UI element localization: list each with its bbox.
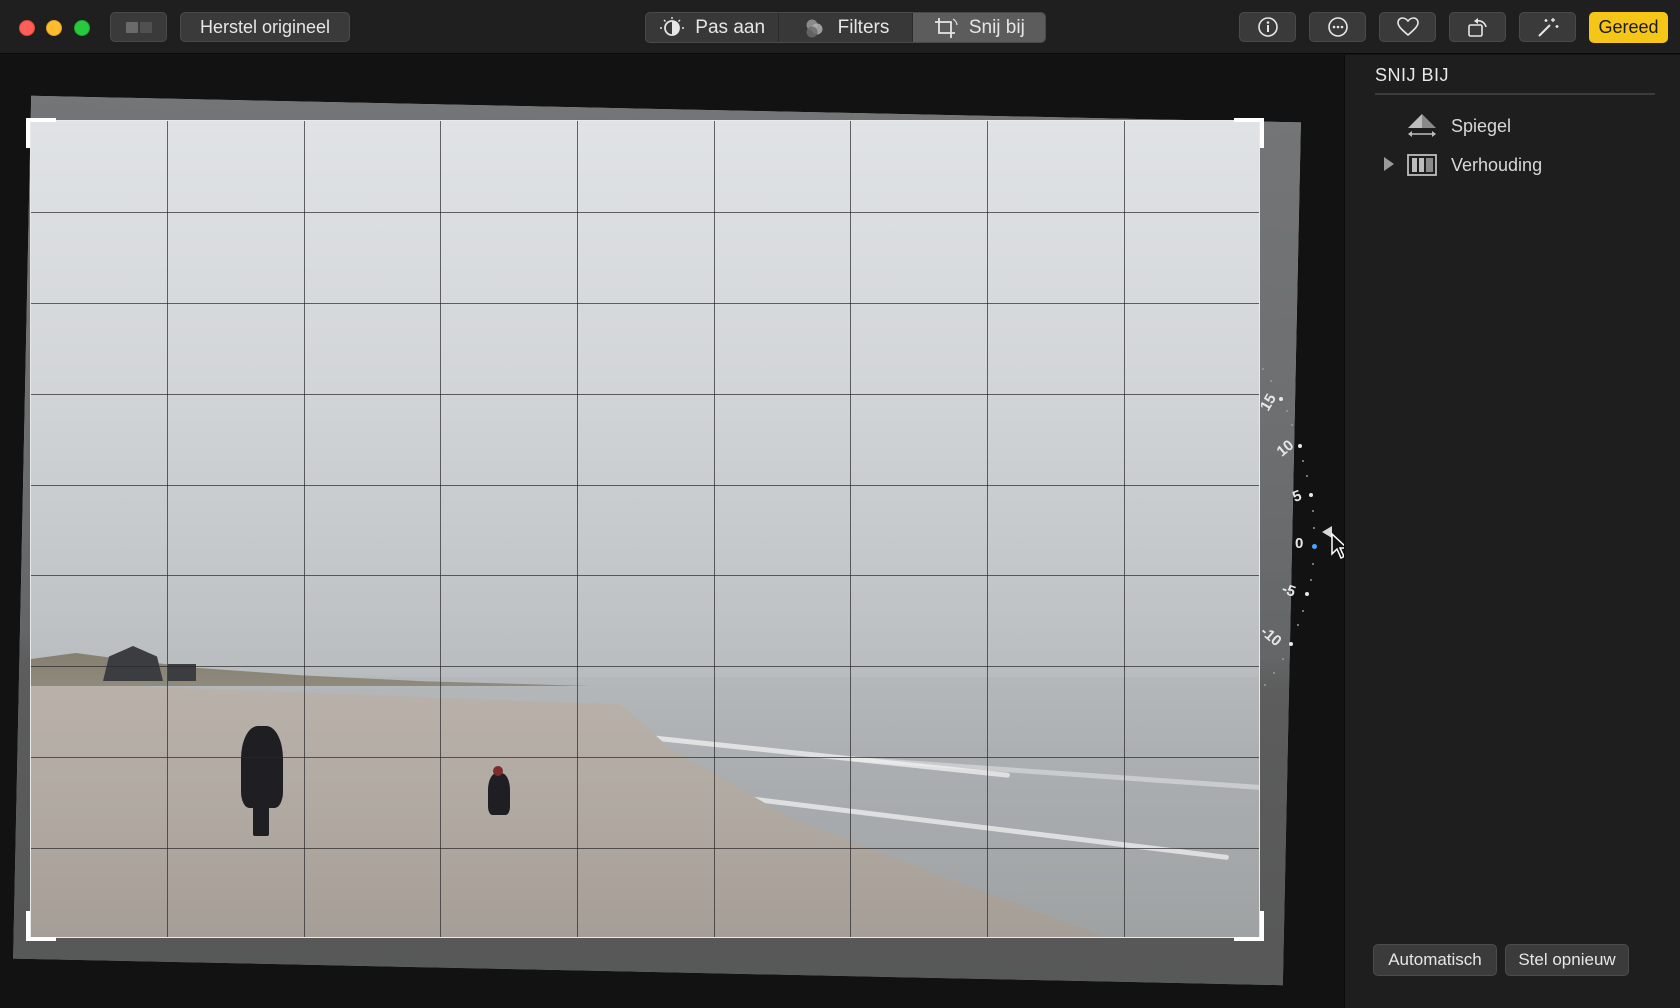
filters-icon xyxy=(806,19,823,37)
beach-photo xyxy=(31,121,1259,937)
crop-grid-line xyxy=(1124,121,1125,937)
crop-grid-line xyxy=(31,848,1259,849)
crop-handle-top-right[interactable] xyxy=(1234,118,1264,148)
reset-crop-button[interactable]: Stel opnieuw xyxy=(1505,944,1629,976)
crop-grid-line xyxy=(850,121,851,937)
dial-tick xyxy=(1306,475,1308,477)
rotate-icon xyxy=(1467,18,1487,37)
tab-adjust[interactable]: Pas aan xyxy=(646,13,780,42)
dial-current-marker xyxy=(1312,544,1317,549)
dial-tick xyxy=(1312,510,1314,512)
dial-tick xyxy=(1312,563,1314,565)
dial-tick xyxy=(1298,444,1302,448)
crop-area[interactable] xyxy=(30,120,1260,938)
dial-tick xyxy=(1282,658,1284,660)
zoom-window-button[interactable] xyxy=(74,20,90,36)
tab-crop-label: Snij bij xyxy=(968,16,1025,38)
tab-filters[interactable]: Filters xyxy=(779,13,913,42)
dial-tick xyxy=(1262,368,1264,370)
photo-sky xyxy=(31,121,1259,681)
dial-tick xyxy=(1297,624,1299,626)
crop-handle-bottom-left[interactable] xyxy=(26,911,56,941)
adjust-icon xyxy=(660,16,685,36)
crop-grid-line xyxy=(31,666,1259,667)
photo-canvas xyxy=(0,55,1343,1008)
compare-icon-right xyxy=(139,21,152,33)
auto-crop-button[interactable]: Automatisch xyxy=(1373,944,1497,976)
auto-enhance-button[interactable] xyxy=(1519,12,1576,42)
flip-button[interactable]: Spiegel xyxy=(1407,111,1511,141)
crop-grid-line xyxy=(31,757,1259,758)
crop-grid-line xyxy=(714,121,715,937)
more-icon xyxy=(1327,17,1348,37)
sidebar-divider xyxy=(1375,93,1655,95)
revert-to-original-button[interactable]: Herstel origineel xyxy=(180,12,350,42)
crop-handle-bottom-right[interactable] xyxy=(1234,911,1264,941)
photo-child xyxy=(488,773,510,815)
dial-tick xyxy=(1305,592,1309,596)
dial-label-0: 0 xyxy=(1295,535,1304,552)
dial-tick xyxy=(1289,642,1293,646)
aspect-ratio-label: Verhouding xyxy=(1451,154,1543,175)
dial-tick xyxy=(1291,424,1293,426)
dial-tick xyxy=(1279,397,1283,401)
photo-child-hat xyxy=(493,766,503,776)
info-button[interactable] xyxy=(1239,12,1296,42)
favorite-button[interactable] xyxy=(1379,12,1436,42)
dial-tick xyxy=(1302,460,1304,462)
compare-button[interactable] xyxy=(110,12,167,42)
edit-mode-segmented-control: Pas aan Filters Snij bij xyxy=(645,12,1046,43)
heart-icon xyxy=(1396,17,1419,37)
more-button[interactable] xyxy=(1309,12,1366,42)
aspect-ratio-row[interactable]: Verhouding xyxy=(1407,150,1542,180)
dial-tick xyxy=(1286,410,1288,412)
crop-sidebar: SNIJ BIJ Spiegel Verhouding Automatisch xyxy=(1344,55,1680,1008)
crop-icon xyxy=(934,17,958,38)
magic-wand-icon xyxy=(1537,18,1558,37)
flip-icon xyxy=(1408,114,1436,137)
tab-filters-label: Filters xyxy=(837,16,890,38)
tab-crop[interactable]: Snij bij xyxy=(912,13,1045,42)
crop-handle-top-left[interactable] xyxy=(26,118,56,148)
crop-grid-line xyxy=(440,121,441,937)
disclosure-triangle-icon[interactable] xyxy=(1384,157,1394,171)
crop-grid-line xyxy=(31,485,1259,486)
tab-adjust-label: Pas aan xyxy=(695,16,766,38)
photo-person xyxy=(241,726,283,808)
dial-tick xyxy=(1270,380,1272,382)
dial-tick xyxy=(1313,527,1315,529)
crop-grid-line xyxy=(31,394,1259,395)
dial-tick xyxy=(1264,684,1266,686)
crop-grid-line xyxy=(31,212,1259,213)
aspect-ratio-icon xyxy=(1407,154,1437,176)
crop-grid-line xyxy=(31,575,1259,576)
photo-person xyxy=(253,806,269,836)
rotate-button[interactable] xyxy=(1449,12,1506,42)
flip-label: Spiegel xyxy=(1451,115,1512,136)
crop-grid-line xyxy=(304,121,305,937)
info-icon xyxy=(1257,17,1278,37)
crop-grid-line xyxy=(577,121,578,937)
done-button[interactable]: Gereed xyxy=(1589,12,1668,43)
dial-tick xyxy=(1310,579,1312,581)
compare-icon xyxy=(125,21,138,33)
crop-grid-line xyxy=(167,121,168,937)
close-window-button[interactable] xyxy=(19,20,35,36)
dial-tick xyxy=(1273,672,1275,674)
dial-tick xyxy=(1309,493,1313,497)
crop-grid-line xyxy=(31,303,1259,304)
minimize-window-button[interactable] xyxy=(46,20,62,36)
toolbar: Herstel origineel Pas aan Filters Snij b… xyxy=(0,0,1680,54)
crop-grid-line xyxy=(987,121,988,937)
photos-edit-window: Herstel origineel Pas aan Filters Snij b… xyxy=(0,0,1680,1008)
dial-tick xyxy=(1302,610,1304,612)
sidebar-title: SNIJ BIJ xyxy=(1375,65,1450,85)
